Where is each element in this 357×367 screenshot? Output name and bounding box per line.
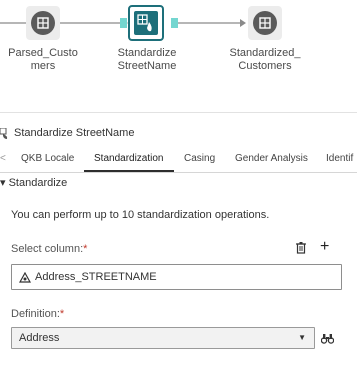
flow-node-label: Standardize StreetName bbox=[104, 47, 190, 73]
panel-divider bbox=[0, 112, 357, 113]
active-tab-indicator bbox=[84, 170, 174, 172]
property-tabs: < QKB Locale Standardization Casing Gend… bbox=[0, 150, 357, 173]
flow-node-parsed-customers[interactable] bbox=[26, 6, 60, 40]
node-label-line: Standardize bbox=[117, 47, 177, 59]
node-label-line: StreetName bbox=[117, 60, 177, 72]
definition-label-text: Definition: bbox=[11, 308, 60, 320]
select-column-label: Select column:* bbox=[11, 243, 87, 255]
select-column-label-text: Select column: bbox=[11, 243, 84, 255]
definition-select[interactable]: Address ▼ bbox=[11, 327, 315, 349]
info-text: You can perform up to 10 standardization… bbox=[11, 209, 270, 221]
node-label-line: mers bbox=[30, 60, 56, 72]
column-field[interactable]: Address_STREETNAME bbox=[11, 264, 342, 290]
add-icon[interactable]: + bbox=[320, 239, 329, 255]
node-label-line: Standardized_ bbox=[229, 47, 301, 59]
column-value: Address_STREETNAME bbox=[35, 271, 157, 283]
input-port[interactable] bbox=[120, 18, 127, 28]
section-header[interactable]: ▾ Standardize bbox=[0, 176, 67, 189]
definition-label: Definition:* bbox=[11, 308, 64, 320]
table-node-icon bbox=[253, 11, 277, 35]
panel-title: Standardize StreetName bbox=[0, 127, 134, 139]
standardize-node-icon bbox=[0, 127, 8, 139]
flow-node-standardized-customers[interactable] bbox=[248, 6, 282, 40]
required-marker: * bbox=[83, 243, 88, 255]
tab-casing[interactable]: Casing bbox=[184, 153, 215, 164]
standardize-node-icon bbox=[134, 11, 158, 35]
definition-value: Address bbox=[19, 332, 60, 344]
node-label-line: Customers bbox=[238, 60, 292, 72]
collapse-icon[interactable]: ▾ bbox=[0, 177, 6, 189]
section-label: Standardize bbox=[8, 177, 68, 189]
column-type-icon bbox=[18, 271, 32, 289]
binoculars-icon[interactable] bbox=[320, 331, 335, 349]
trash-icon[interactable] bbox=[295, 241, 307, 259]
flow-node-label: Parsed_Custo mers bbox=[0, 47, 86, 73]
tab-standardization[interactable]: Standardization bbox=[94, 153, 164, 164]
required-marker: * bbox=[59, 308, 65, 320]
flow-node-standardize-streetname[interactable] bbox=[128, 5, 164, 41]
node-label-line: Parsed_Custo bbox=[8, 47, 78, 59]
panel-title-text: Standardize StreetName bbox=[14, 127, 135, 139]
tab-identification[interactable]: Identif bbox=[326, 153, 353, 164]
chevron-down-icon: ▼ bbox=[298, 333, 306, 342]
flow-node-label: Standardized_ Customers bbox=[222, 47, 308, 73]
scroll-tabs-left-icon[interactable]: < bbox=[0, 153, 6, 164]
tab-qkb-locale[interactable]: QKB Locale bbox=[21, 153, 74, 164]
tab-gender-analysis[interactable]: Gender Analysis bbox=[235, 153, 308, 164]
table-node-icon bbox=[31, 11, 55, 35]
output-port[interactable] bbox=[171, 18, 178, 28]
